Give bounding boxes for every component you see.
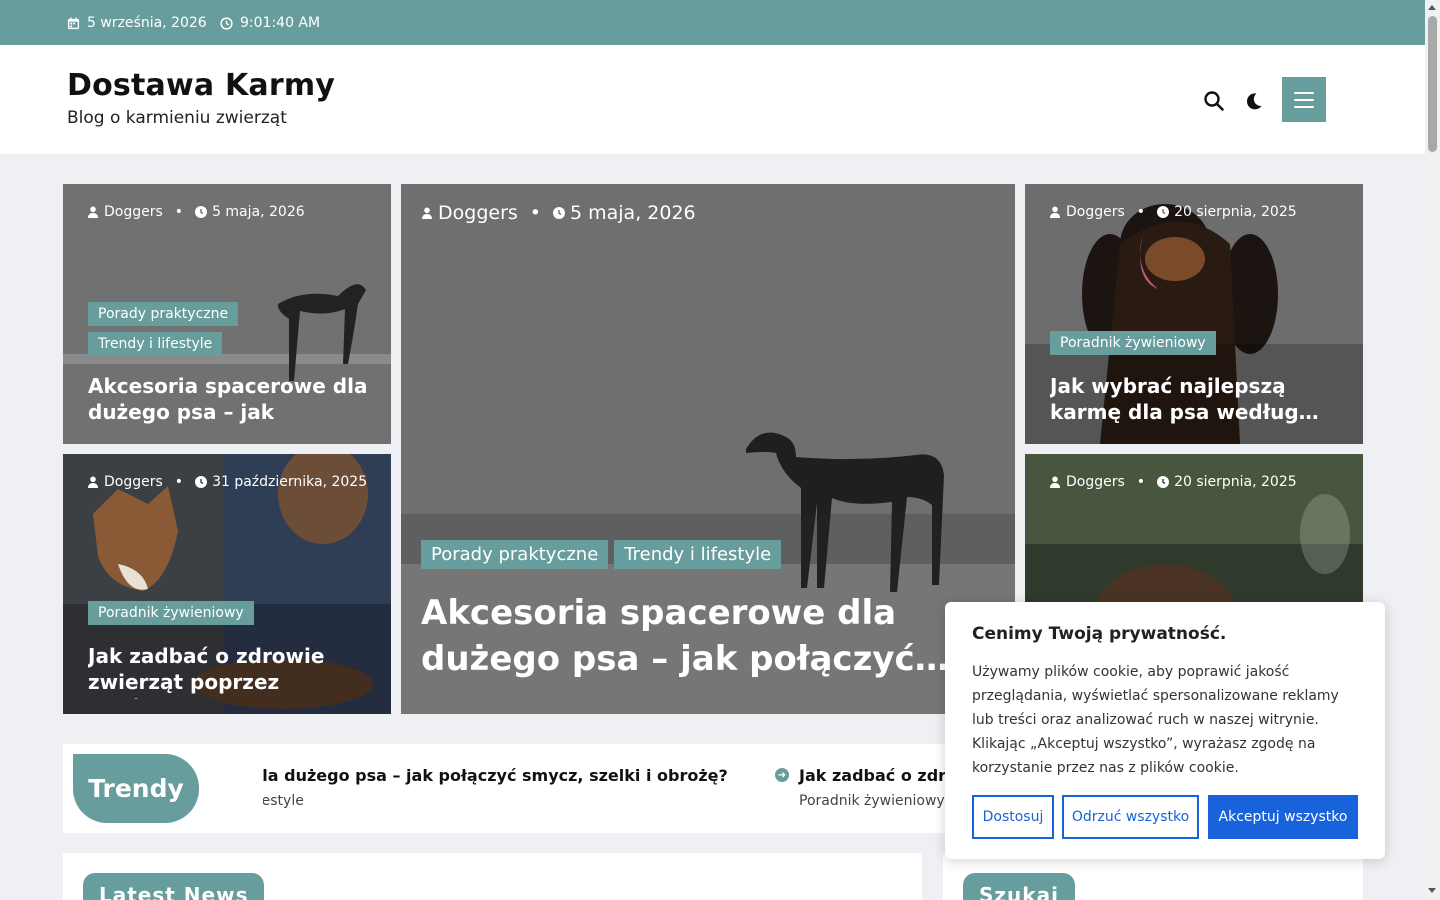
- cookie-accept-button[interactable]: Akceptuj wszystko: [1208, 795, 1358, 839]
- post-date: 20 sierpnia, 2025: [1157, 204, 1297, 220]
- user-icon: [88, 476, 98, 488]
- trending-item-category[interactable]: Porady praktyczne Trendy i lifestyle: [263, 793, 728, 809]
- post-categories: Porady praktyczne Trendy i lifestyle: [421, 540, 782, 569]
- trending-item-category[interactable]: Poradnik żywieniowy: [799, 793, 963, 809]
- site-tagline: Blog o karmieniu zwierząt: [67, 108, 287, 128]
- menu-button[interactable]: [1282, 77, 1326, 122]
- cookie-text: Używamy plików cookie, aby poprawić jako…: [972, 664, 1339, 776]
- post-author[interactable]: Doggers: [421, 202, 518, 224]
- category-tag[interactable]: Porady praktyczne: [88, 302, 239, 326]
- post-date: 5 maja, 2026: [195, 204, 305, 220]
- category-tag[interactable]: Trendy i lifestyle: [614, 540, 782, 569]
- featured-post-card[interactable]: Doggers • 5 maja, 2026 Porady praktyczne…: [401, 184, 1015, 714]
- user-icon: [88, 206, 98, 218]
- cookie-reject-button[interactable]: Odrzuć wszystko: [1062, 795, 1199, 839]
- calendar-icon: [67, 16, 80, 29]
- clock-icon: [1157, 476, 1170, 488]
- user-icon: [422, 207, 432, 219]
- search-icon[interactable]: [1203, 90, 1225, 112]
- top-bar: 5 września, 2026 9:01:40 AM: [0, 0, 1425, 45]
- cookie-title: Cenimy Twoją prywatność.: [972, 624, 1227, 644]
- post-title[interactable]: Jak zadbać o zdrowie zwierząt poprzez wł…: [88, 643, 373, 699]
- post-card[interactable]: Doggers • 5 maja, 2026 Porady praktyczne…: [63, 184, 391, 444]
- post-categories: Poradnik żywieniowy: [88, 601, 254, 625]
- category-tag[interactable]: Porady praktyczne: [421, 540, 609, 569]
- trending-item[interactable]: Jak zadbać o zdrowie Poradnik żywieniowy: [799, 766, 963, 809]
- dark-mode-moon-icon[interactable]: [1243, 90, 1265, 112]
- trending-item-title[interactable]: Jak zadbać o zdrowie: [799, 766, 963, 785]
- latest-news-heading: Latest News: [83, 873, 265, 900]
- post-meta: Doggers • 20 sierpnia, 2025: [1049, 204, 1297, 220]
- post-title[interactable]: Akcesoria spacerowe dla dużego psa – jak…: [88, 373, 373, 429]
- scroll-down-arrow-icon[interactable]: [1428, 888, 1436, 893]
- post-meta: Doggers • 20 sierpnia, 2025: [1049, 474, 1297, 490]
- time-text: 9:01:40 AM: [240, 15, 321, 31]
- site-header: Dostawa Karmy Blog o karmieniu zwierząt: [0, 45, 1425, 154]
- user-icon: [1050, 476, 1060, 488]
- trending-item-title[interactable]: Akcesoria spacerowe dla dużego psa – jak…: [263, 766, 728, 785]
- trending-item[interactable]: Akcesoria spacerowe dla dużego psa – jak…: [263, 766, 728, 809]
- site-title[interactable]: Dostawa Karmy: [67, 68, 335, 103]
- post-date: 20 sierpnia, 2025: [1157, 474, 1297, 490]
- cookie-customize-button[interactable]: Dostosuj: [972, 795, 1054, 839]
- post-author[interactable]: Doggers: [1049, 204, 1125, 220]
- hamburger-icon: [1294, 91, 1314, 94]
- post-date: 5 maja, 2026: [553, 202, 696, 224]
- post-meta: Doggers • 31 października, 2025: [87, 474, 367, 490]
- date-text: 5 września, 2026: [87, 15, 207, 31]
- current-date: 5 września, 2026: [67, 15, 207, 31]
- search-heading: Szukaj: [963, 873, 1075, 900]
- post-categories: Poradnik żywieniowy: [1050, 331, 1216, 355]
- post-author[interactable]: Doggers: [1049, 474, 1125, 490]
- post-author[interactable]: Doggers: [87, 474, 163, 490]
- post-title[interactable]: Jak wybrać najlepszą karmę dla psa wedłu…: [1050, 373, 1340, 429]
- post-title[interactable]: Akcesoria spacerowe dla dużego psa – jak…: [421, 590, 961, 686]
- trending-label: Trendy: [73, 754, 199, 823]
- latest-news-panel: Latest News: [63, 853, 922, 900]
- clock-icon: [195, 476, 208, 488]
- search-panel: Szukaj: [943, 853, 1363, 900]
- clock-icon: [195, 206, 208, 218]
- clock-icon: [553, 207, 565, 219]
- post-categories: Porady praktyczne Trendy i lifestyle: [88, 302, 308, 356]
- clock-icon: [220, 16, 233, 30]
- trending-ticker: Akcesoria spacerowe dla dużego psa – jak…: [263, 744, 963, 833]
- post-meta: Doggers • 5 maja, 2026: [87, 204, 305, 220]
- post-card[interactable]: Doggers • 31 października, 2025 Poradnik…: [63, 454, 391, 714]
- arrow-right-icon: ➜: [775, 768, 789, 782]
- scroll-up-arrow-icon[interactable]: [1428, 5, 1436, 10]
- post-author[interactable]: Doggers: [87, 204, 163, 220]
- page-scrollbar[interactable]: [1425, 0, 1440, 900]
- category-tag[interactable]: Poradnik żywieniowy: [1050, 331, 1216, 355]
- current-time: 9:01:40 AM: [220, 15, 320, 31]
- post-date: 31 października, 2025: [195, 474, 367, 490]
- post-meta: Doggers • 5 maja, 2026: [421, 202, 696, 224]
- category-tag[interactable]: Poradnik żywieniowy: [88, 601, 254, 625]
- post-card[interactable]: Doggers • 20 sierpnia, 2025 Poradnik żyw…: [1025, 184, 1363, 444]
- clock-icon: [1157, 206, 1170, 218]
- cookie-consent-dialog: Cenimy Twoją prywatność. Używamy plików …: [945, 602, 1385, 859]
- user-icon: [1050, 206, 1060, 218]
- scrollbar-thumb[interactable]: [1428, 16, 1437, 152]
- trending-strip: Trendy Akcesoria spacerowe dla dużego ps…: [63, 744, 963, 833]
- category-tag[interactable]: Trendy i lifestyle: [88, 332, 223, 356]
